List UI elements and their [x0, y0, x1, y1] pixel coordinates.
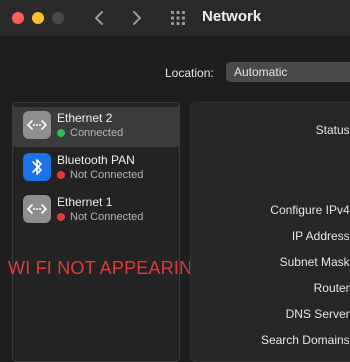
- search-domains-label: Search Domains:: [260, 333, 350, 347]
- location-label: Location:: [165, 66, 214, 80]
- service-status: Not Connected: [57, 211, 143, 223]
- ethernet-icon: [23, 195, 51, 223]
- service-item-ethernet-1[interactable]: Ethernet 1 Not Connected: [13, 191, 179, 231]
- subnet-mask-label: Subnet Mask:: [279, 255, 350, 269]
- dns-server-label: DNS Server:: [285, 307, 350, 321]
- service-name: Bluetooth PAN: [57, 153, 135, 167]
- chevron-right-icon: [133, 11, 141, 25]
- service-name: Ethernet 2: [57, 111, 113, 125]
- service-item-bluetooth-pan[interactable]: Bluetooth PAN Not Connected: [13, 149, 179, 189]
- service-status: Connected: [57, 127, 123, 139]
- close-button[interactable]: [12, 12, 24, 24]
- minimize-button[interactable]: [32, 12, 44, 24]
- annotation-text: WI FI NOT APPEARING: [8, 258, 207, 278]
- configure-ipv4-label: Configure IPv4:: [270, 203, 350, 217]
- service-list: Ethernet 2 Connected Bluetooth PAN Not C…: [12, 102, 180, 362]
- detail-panel: Status: Configure IPv4: IP Address: Subn…: [190, 102, 350, 362]
- location-select[interactable]: Automatic: [226, 62, 350, 82]
- title-bar: Network: [0, 0, 350, 36]
- status-label: Status:: [315, 123, 350, 137]
- back-button[interactable]: [90, 8, 108, 28]
- ip-address-label: IP Address:: [291, 229, 350, 243]
- router-label: Router:: [313, 281, 350, 295]
- show-all-button[interactable]: [170, 10, 186, 26]
- grid-icon: [171, 11, 185, 25]
- service-status: Not Connected: [57, 169, 143, 181]
- status-dot-red: [57, 213, 65, 221]
- service-name: Ethernet 1: [57, 195, 113, 209]
- service-item-ethernet-2[interactable]: Ethernet 2 Connected: [13, 107, 179, 147]
- status-dot-green: [57, 129, 65, 137]
- bluetooth-icon: [23, 153, 51, 181]
- service-status-text: Not Connected: [70, 169, 144, 181]
- service-status-text: Not Connected: [70, 211, 144, 223]
- window-title: Network: [202, 8, 262, 25]
- chevron-left-icon: [95, 11, 103, 25]
- zoom-button[interactable]: [52, 12, 64, 24]
- ethernet-icon: [23, 111, 51, 139]
- service-status-text: Connected: [70, 127, 124, 139]
- forward-button[interactable]: [128, 8, 146, 28]
- status-dot-red: [57, 171, 65, 179]
